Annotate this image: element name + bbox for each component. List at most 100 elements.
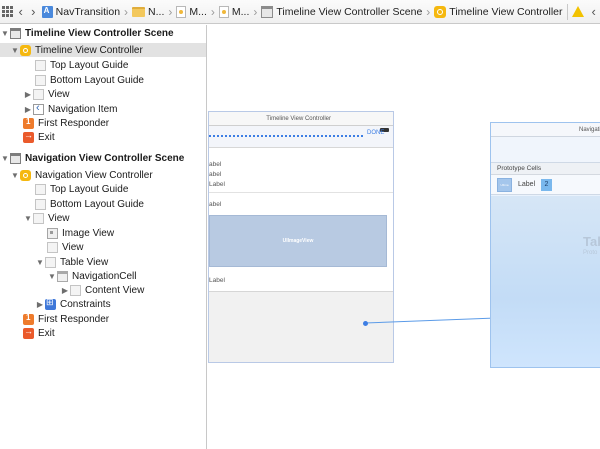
prototype-cells-header: Prototype Cells	[491, 163, 600, 175]
outline-row-label: Constraints	[60, 298, 111, 310]
outline-row-label: Top Layout Guide	[50, 183, 129, 195]
outline-row-label: First Responder	[38, 313, 110, 325]
scene-title-bar[interactable]: Navigati	[491, 123, 600, 137]
breadcrumb-label: Timeline View Controller	[449, 5, 563, 18]
outline-row-label: Timeline View Controller	[35, 44, 143, 56]
chevron-left-icon: ‹	[591, 4, 596, 19]
exit-icon	[23, 130, 34, 143]
view-controller-icon	[20, 169, 31, 181]
outline-row-table-view[interactable]: ▼ Table View	[0, 255, 206, 269]
disclosure-expanded-icon[interactable]: ▼	[0, 26, 10, 40]
outline-row-first-responder[interactable]: First Responder	[0, 116, 206, 130]
first-responder-icon	[23, 313, 34, 325]
outline-row-label: Navigation Item	[48, 103, 118, 115]
outline-row-label: View	[48, 88, 70, 100]
cell-badge[interactable]: 2	[541, 179, 552, 191]
prototype-cell[interactable]: UIIma Label 2	[491, 175, 600, 195]
breadcrumb-project[interactable]: NavTransition	[40, 0, 122, 23]
outline-row-label: Exit	[38, 131, 55, 143]
connection-endpoint[interactable]	[363, 321, 368, 326]
breadcrumb-separator: ›	[210, 4, 215, 19]
breadcrumb-storyboard[interactable]: M...	[174, 0, 209, 23]
warning-icon[interactable]	[572, 6, 585, 17]
layout-guide-icon	[35, 74, 46, 86]
disclosure-collapsed-icon[interactable]: ▶	[60, 283, 70, 297]
outline-row-image-view[interactable]: Image View	[0, 226, 206, 240]
view-controller-icon	[434, 5, 447, 18]
outline-row-exit[interactable]: Exit	[0, 326, 206, 340]
view-icon	[47, 241, 58, 253]
cell-image-view[interactable]: UIIma	[497, 178, 512, 192]
outline-row-label: View	[62, 241, 84, 253]
outline-row-navigation-item[interactable]: ▶ Navigation Item	[0, 102, 206, 116]
chevron-right-icon: ›	[31, 4, 36, 19]
outline-row-view[interactable]: ▼ View	[0, 211, 206, 225]
breadcrumb-scene[interactable]: Timeline View Controller Scene	[259, 0, 424, 23]
outline-row-timeline-scene[interactable]: ▼ Timeline View Controller Scene	[0, 26, 206, 40]
layout-guide-icon	[35, 198, 46, 210]
outline-row-label: Bottom Layout Guide	[50, 74, 144, 86]
table-view-icon	[45, 256, 56, 268]
first-responder-icon	[23, 117, 34, 129]
view-controller-icon	[20, 44, 31, 56]
breadcrumb-view-controller[interactable]: Timeline View Controller	[432, 0, 564, 23]
folder-icon	[132, 6, 146, 17]
outline-row-timeline-view-controller[interactable]: ▼ Timeline View Controller	[0, 43, 206, 57]
outline-row-view[interactable]: ▶ View	[0, 87, 206, 101]
outline-row-navigation-view-controller[interactable]: ▼ Navigation View Controller	[0, 168, 206, 182]
outline-row-label: Navigation View Controller	[35, 169, 153, 181]
scene-icon	[10, 27, 21, 39]
storyboard-canvas[interactable]: Timeline View Controller DONE abel abel …	[208, 25, 600, 449]
chevron-left-icon: ‹	[18, 4, 23, 19]
back-button[interactable]: ‹	[14, 0, 27, 23]
table-view[interactable]: Tabl Proto	[491, 196, 600, 367]
disclosure-expanded-icon[interactable]: ▼	[10, 43, 20, 57]
navigation-item-icon	[33, 102, 44, 115]
outline-row-top-layout-guide[interactable]: Top Layout Guide	[0, 58, 206, 72]
disclosure-expanded-icon[interactable]: ▼	[10, 168, 20, 182]
view-icon	[33, 88, 44, 100]
breadcrumb-separator: ›	[253, 4, 258, 19]
disclosure-collapsed-icon[interactable]: ▶	[23, 102, 33, 116]
cell-label[interactable]: Label	[518, 181, 535, 188]
storyboard-file-icon	[176, 5, 187, 18]
breadcrumb-folder[interactable]: N...	[130, 0, 166, 23]
disclosure-expanded-icon[interactable]: ▼	[0, 151, 10, 165]
scene-icon	[10, 152, 21, 164]
related-items-grid-icon[interactable]	[0, 0, 14, 23]
disclosure-collapsed-icon[interactable]: ▶	[23, 87, 33, 101]
image-view-icon	[47, 227, 58, 239]
disclosure-collapsed-icon[interactable]: ▶	[35, 297, 45, 311]
breadcrumb-separator: ›	[426, 4, 431, 19]
navigation-bar[interactable]	[491, 137, 600, 163]
outline-row-exit[interactable]: Exit	[0, 130, 206, 144]
outline-row-content-view[interactable]: ▶ Content View	[0, 283, 206, 297]
layout-guide-icon	[35, 59, 46, 71]
navigation-scene[interactable]: Navigati Prototype Cells UIIma Label 2 T…	[490, 122, 600, 368]
outline-row-bottom-layout-guide[interactable]: Bottom Layout Guide	[0, 197, 206, 211]
table-view-subtitle: Proto	[583, 250, 598, 256]
outline-row-label: View	[48, 212, 70, 224]
outline-row-view[interactable]: View	[0, 240, 206, 254]
outline-row-navigation-scene[interactable]: ▼ Navigation View Controller Scene	[0, 151, 206, 165]
outline-row-top-layout-guide[interactable]: Top Layout Guide	[0, 182, 206, 196]
disclosure-expanded-icon[interactable]: ▼	[35, 255, 45, 269]
breadcrumb-label: Timeline View Controller Scene	[276, 5, 423, 18]
outline-row-label: NavigationCell	[72, 270, 137, 282]
outline-row-navigation-cell[interactable]: ▼ NavigationCell	[0, 269, 206, 283]
disclosure-expanded-icon[interactable]: ▼	[23, 211, 33, 225]
view-icon	[33, 212, 44, 224]
outline-row-constraints[interactable]: ▶ Constraints	[0, 297, 206, 311]
table-view-title: Tabl	[583, 234, 600, 249]
forward-button[interactable]: ›	[27, 0, 40, 23]
disclosure-expanded-icon[interactable]: ▼	[47, 269, 57, 283]
outline-row-first-responder[interactable]: First Responder	[0, 312, 206, 326]
outline-row-label: Top Layout Guide	[50, 59, 129, 71]
breadcrumb-label: N...	[148, 5, 165, 18]
previous-issue-button[interactable]: ‹	[587, 0, 600, 23]
table-cell-icon	[57, 270, 68, 282]
view-icon	[70, 284, 81, 296]
outline-row-label: Timeline View Controller Scene	[25, 27, 174, 39]
breadcrumb-storyboard-base[interactable]: M...	[217, 0, 252, 23]
outline-row-bottom-layout-guide[interactable]: Bottom Layout Guide	[0, 73, 206, 87]
